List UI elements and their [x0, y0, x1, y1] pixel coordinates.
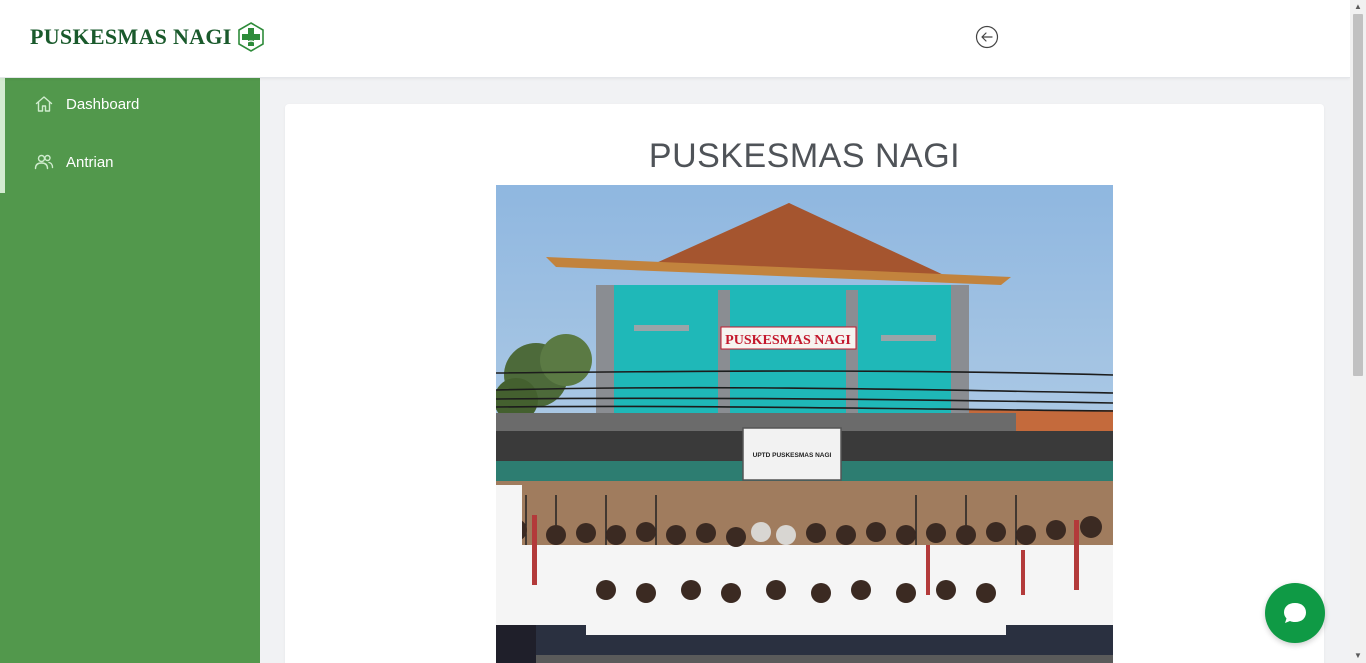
- scroll-down-arrow-icon[interactable]: ▼: [1350, 649, 1366, 663]
- plaque-text: UPTD PUSKESMAS NAGI: [753, 452, 832, 459]
- scrollbar-thumb[interactable]: [1353, 14, 1363, 376]
- scroll-up-arrow-icon[interactable]: ▲: [1350, 0, 1366, 14]
- users-icon: [34, 154, 54, 170]
- sidebar-item-label: Antrian: [66, 153, 114, 171]
- chat-bubble-icon: [1284, 603, 1306, 623]
- sidebar: Dashboard Antrian: [0, 78, 260, 663]
- building-sign-text: PUSKESMAS NAGI: [725, 333, 851, 348]
- back-button[interactable]: [975, 25, 999, 49]
- top-header: PUSKESMAS NAGI: [0, 0, 1350, 78]
- sidebar-item-antrian[interactable]: Antrian: [5, 136, 260, 188]
- arrow-left-circle-icon: [975, 25, 999, 49]
- brand-name: PUSKESMAS NAGI: [30, 24, 232, 49]
- sidebar-item-dashboard[interactable]: Dashboard: [5, 78, 260, 130]
- chat-button[interactable]: [1265, 583, 1325, 643]
- home-icon: [35, 96, 53, 112]
- medical-cross-logo-icon: [237, 22, 264, 52]
- puskesmas-building-photo: PUSKESMAS NAGI UPTD PUSKESMAS NAGI: [496, 185, 1113, 663]
- page-title: PUSKESMAS NAGI: [648, 137, 961, 175]
- page-scrollbar[interactable]: ▲ ▼: [1350, 0, 1366, 663]
- main-content-card: PUSKESMAS NAGI PUSKESMAS NAGI UPTD PUSKE…: [285, 104, 1324, 663]
- brand[interactable]: PUSKESMAS NAGI: [30, 22, 265, 52]
- sidebar-item-label: Dashboard: [66, 95, 140, 113]
